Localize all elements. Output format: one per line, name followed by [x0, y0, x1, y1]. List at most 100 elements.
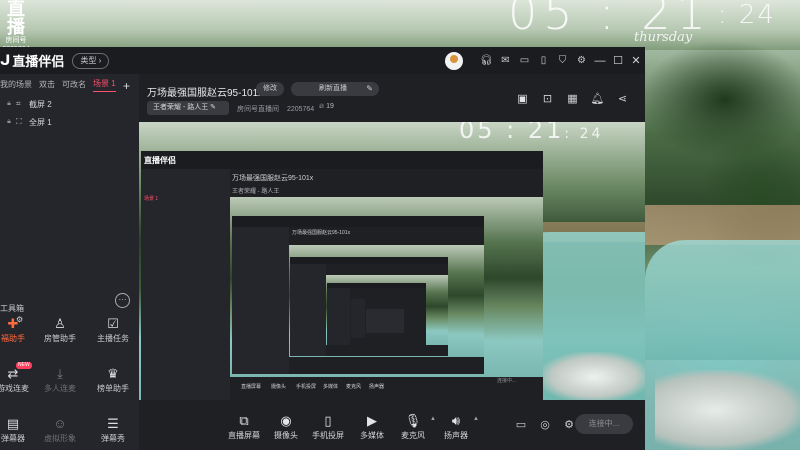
bottom-label: 扬声器	[444, 431, 468, 440]
message-icon[interactable]: ▭	[515, 47, 534, 74]
tool-room-admin[interactable]: ♙ 房管助手	[35, 315, 85, 344]
room-id-value: 2205764	[286, 106, 315, 113]
headset-icon[interactable]: 🎧︎	[477, 47, 496, 74]
pencil-icon[interactable]: ✎	[366, 82, 373, 96]
bottom-label: 麦克风	[401, 431, 425, 440]
avatar-icon: ☺	[53, 416, 67, 431]
gift-icon[interactable]: ▣	[510, 92, 535, 105]
pool-decoration	[645, 240, 800, 360]
nested-bottom-label: 麦克风	[346, 384, 362, 390]
connect-button[interactable]: 连接中...	[575, 414, 633, 434]
scene-item[interactable]: 🔒︎ ⛶ 全屏 1	[0, 113, 139, 131]
bottom-label: 直播屏幕	[228, 431, 260, 440]
notice-text: 刷新直播	[319, 85, 347, 92]
clock-seconds: : 24	[717, 0, 776, 30]
nested-room-title: 万场最强国服赵云95-101x	[292, 230, 351, 236]
tool-label: 游戏连麦	[0, 384, 29, 393]
tool-label: 弹幕秀	[101, 434, 125, 443]
nested-preview-window: 万场最强国服赵云95-101x	[232, 216, 484, 374]
clothes-icon[interactable]: ⛉	[553, 47, 572, 74]
nested-left-panel	[232, 227, 289, 374]
tab-rename[interactable]: 可改名	[62, 79, 86, 90]
tool-rank-helper[interactable]: ♛ 榜单助手	[88, 365, 138, 394]
mail-icon[interactable]: ✉	[496, 47, 515, 74]
bottom-label: 多媒体	[360, 431, 384, 440]
tool-barrage-show[interactable]: ☰ 弹幕秀	[88, 415, 138, 444]
category-select[interactable]: 王者荣耀 - 路人王 ✎	[147, 101, 229, 115]
lock-icon[interactable]: 🔒︎	[2, 118, 16, 126]
settings-icon[interactable]: ⚙	[572, 47, 591, 74]
bell-icon[interactable]: 🔔︎	[585, 92, 610, 105]
nested-connect: 连接中...	[497, 378, 517, 384]
tool-danmaku[interactable]: ▤ 弹幕器	[0, 415, 38, 444]
live-logo-sub: 房间号	[5, 37, 27, 44]
preview-clock-seconds: : 24	[564, 126, 604, 142]
barrage-icon: ☰	[107, 416, 119, 431]
lock-icon[interactable]: 🔒︎	[2, 100, 16, 108]
tool-label: 多人连麦	[44, 384, 76, 393]
record-icon[interactable]: ▭	[509, 418, 533, 431]
add-scene-button[interactable]: +	[123, 79, 130, 93]
scene-item-label: 全屏 1	[29, 117, 52, 127]
hot-count: 🔥︎ 19	[319, 103, 334, 111]
desktop-weekday: thursday	[634, 30, 693, 45]
nested-preview-window	[290, 257, 448, 356]
tab-my-scenes[interactable]: 我的场景	[0, 79, 32, 90]
screen-icon[interactable]: ▦	[560, 92, 585, 105]
task-icon: ☑	[107, 316, 119, 331]
close-icon[interactable]: ✕	[627, 47, 645, 74]
nested-preview-window	[327, 283, 426, 345]
fire-icon: 🔥︎	[319, 103, 325, 110]
tool-label: 弹幕器	[1, 434, 25, 443]
tab-scene-1[interactable]: 场景 1	[93, 78, 116, 92]
room-title: 万场最强国服赵云95-101x	[147, 88, 264, 99]
brand-logo: ᒍ 直播伴侣	[0, 51, 64, 70]
tool-virtual-avatar[interactable]: ☺ 虚拟形象	[35, 415, 85, 444]
phone-icon[interactable]: ▯	[534, 47, 553, 74]
minimize-icon[interactable]: —	[591, 47, 609, 74]
chevron-up-icon[interactable]: ▲	[473, 416, 479, 422]
tool-label: 主播任务	[97, 334, 129, 343]
title-bar[interactable]: ᒍ 直播伴侣 类型 › 🎧︎ ✉ ▭ ▯ ⛉ ⚙ — ☐ ✕	[0, 47, 645, 74]
user-icon: ♙	[54, 316, 66, 331]
tool-label: 房管助手	[44, 334, 76, 343]
hot-value: 19	[326, 103, 334, 110]
app-window: ᒍ 直播伴侣 类型 › 🎧︎ ✉ ▭ ▯ ⛉ ⚙ — ☐ ✕ 我的场景 双击 可…	[0, 47, 645, 450]
edit-title-button[interactable]: 修改	[256, 82, 284, 96]
avatar[interactable]	[445, 51, 463, 70]
tool-label: 虚拟形象	[44, 434, 76, 443]
phone-cast-button[interactable]: ▯ 手机投屏	[303, 412, 353, 441]
rocks-decoration	[539, 352, 645, 400]
tool-gift-helper[interactable]: ✚ ⚙ 福助手	[0, 315, 38, 344]
nested-bottom-label: 手机投屏	[296, 384, 317, 390]
new-badge: NEW	[16, 362, 32, 369]
scene-item-label: 截屏 2	[29, 99, 52, 109]
bottom-label: 手机投屏	[312, 431, 344, 440]
share-icon[interactable]: ⋖	[610, 92, 635, 105]
lock-icon[interactable]: ⊡	[535, 92, 560, 105]
type-button[interactable]: 类型 ›	[72, 52, 110, 69]
more-icon[interactable]: ···	[115, 293, 130, 308]
nested-title-bar	[290, 257, 448, 264]
live-preview[interactable]: 05 : 21: 24 直播伴侣 万场最强国服赵云95-101x 王者荣耀 - …	[139, 122, 645, 400]
trophy-icon: ♛	[107, 366, 119, 381]
room-id-label: 房间号直播间	[237, 106, 279, 113]
nested-preview-window	[366, 309, 404, 333]
speaker-button[interactable]: 🔊︎ 扬声器 ▲	[431, 412, 481, 441]
tab-double-click[interactable]: 双击	[39, 79, 55, 90]
tool-label: 榜单助手	[97, 384, 129, 393]
brick-path	[645, 205, 800, 245]
tool-label: 福助手	[1, 334, 25, 343]
tool-multi-link[interactable]: ⤓ 多人连麦	[35, 365, 85, 394]
nested-room-title: 万场最强国服赵云95-101x	[232, 175, 314, 182]
tool-game-link[interactable]: ⇄ NEW 游戏连麦	[0, 362, 38, 394]
maximize-icon[interactable]: ☐	[609, 47, 627, 74]
notice-field[interactable]: 刷新直播 ✎	[291, 82, 379, 96]
eye-icon[interactable]: ◎	[533, 418, 557, 431]
nested-bottom-label: 直播屏幕	[241, 384, 262, 390]
nested-preview-window	[351, 299, 413, 338]
scene-item[interactable]: 🔒︎ ⌗ 截屏 2	[0, 95, 139, 113]
tool-host-task[interactable]: ☑ 主播任务	[88, 315, 138, 344]
nested-preview-window: 直播伴侣 万场最强国服赵云95-101x 王者荣耀 - 路人王 场景 1 万场最…	[141, 151, 543, 400]
bottom-toolbar: ⧉ 直播屏幕 ◉ 摄像头 ▯ 手机投屏 ▶ 多媒体 🎙︎ 麦克风 ▲ 🔊︎ 扬声…	[139, 400, 645, 450]
